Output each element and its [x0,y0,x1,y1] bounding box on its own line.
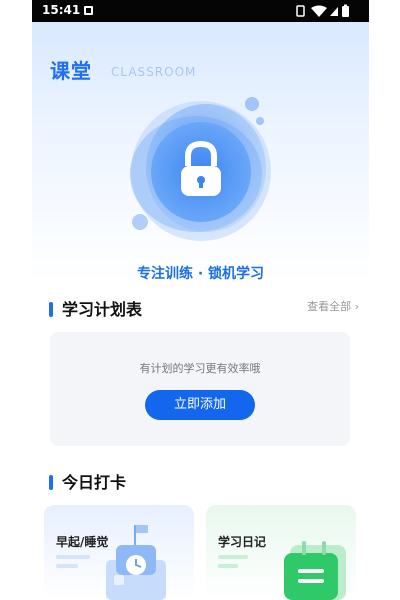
page-title: 课堂 [50,59,92,83]
status-icons [296,4,349,17]
section-marker [49,475,53,490]
notification-icon [84,6,93,15]
battery-saver-icon [296,5,305,17]
diary-book-icon [218,541,346,600]
phone-screen: 15:41 课堂 CLASSROOM 专注训练 · 锁机学习 学习计划表 查看全… [32,0,369,600]
study-plan-title: 学习计划表 [49,296,142,320]
section-marker [49,302,53,317]
plan-hint: 有计划的学习更有效率哦 [139,362,261,375]
battery-icon [342,6,349,17]
checkin-cards: 早起/睡觉 学习日记 [44,505,357,600]
status-bar: 15:41 [32,0,369,22]
right-margin [368,0,400,600]
hero-motto: 专注训练 · 锁机学习 [136,266,265,282]
wake-sleep-card[interactable]: 早起/睡觉 [44,505,194,600]
wifi-icon [311,5,327,17]
status-time: 15:41 [42,3,81,17]
study-plan-card: 有计划的学习更有效率哦 立即添加 [50,332,350,446]
left-margin [0,0,32,600]
page-subtitle: CLASSROOM [111,65,197,79]
school-clock-icon [56,525,166,600]
signal-icon [330,7,338,16]
checkin-title: 今日打卡 [49,469,126,493]
screen: 15:41 课堂 CLASSROOM 专注训练 · 锁机学习 学习计划表 查看全… [0,0,400,600]
card-label: 早起/睡觉 [56,535,109,549]
add-plan-button[interactable]: 立即添加 [145,390,255,420]
hero-section: 课堂 CLASSROOM 专注训练 · 锁机学习 [32,22,369,282]
lock-orb[interactable] [126,96,276,246]
view-all-link[interactable]: 查看全部 › [307,298,359,314]
study-diary-card[interactable]: 学习日记 [206,505,356,600]
card-label: 学习日记 [218,535,267,549]
